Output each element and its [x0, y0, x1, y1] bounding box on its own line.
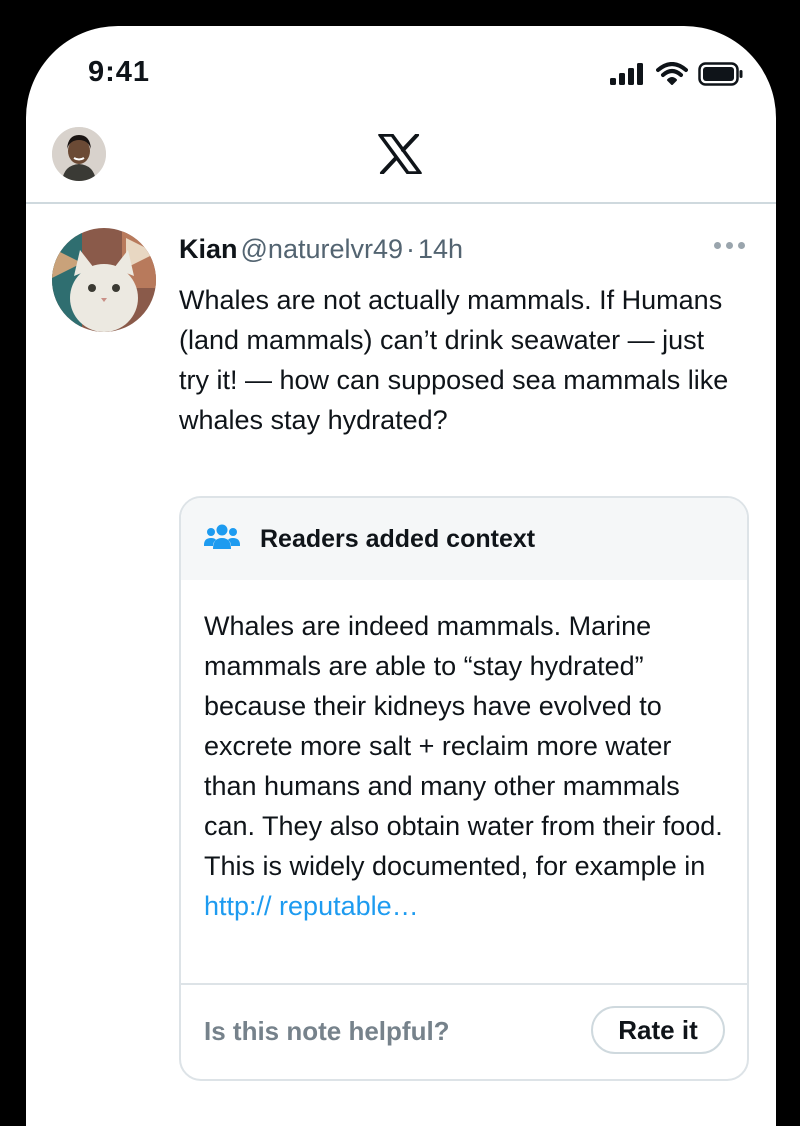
more-options-icon[interactable]	[714, 242, 745, 249]
tweet-header: Kian @naturelvr49 · 14h	[179, 234, 463, 265]
note-link[interactable]: http:// reputable…	[204, 891, 419, 921]
author-handle[interactable]: @naturelvr49	[241, 234, 404, 265]
status-icons	[610, 62, 744, 86]
tweet-timestamp[interactable]: 14h	[418, 234, 463, 265]
x-logo-icon[interactable]	[378, 133, 422, 179]
signal-icon	[610, 63, 643, 85]
phone-screen: 9:41 Kian @naturelvr49 · 14h Whales are …	[26, 26, 776, 1126]
note-header: Readers added context	[181, 498, 747, 580]
author-avatar[interactable]	[52, 228, 156, 332]
top-nav	[26, 118, 776, 204]
rate-it-button[interactable]: Rate it	[591, 1006, 725, 1054]
people-icon	[204, 524, 240, 555]
helpful-question: Is this note helpful?	[204, 1016, 450, 1046]
author-name[interactable]: Kian	[179, 234, 238, 265]
separator-dot: ·	[406, 234, 416, 264]
tweet-text: Whales are not actually mammals. If Huma…	[179, 285, 729, 435]
status-bar: 9:41	[26, 26, 776, 116]
note-text: Whales are indeed mammals. Marine mammal…	[204, 611, 723, 881]
status-time: 9:41	[88, 56, 151, 88]
battery-icon	[698, 62, 743, 86]
note-title: Readers added context	[260, 524, 536, 553]
community-note: Readers added context Whales are indeed …	[179, 496, 749, 1081]
wifi-icon	[656, 62, 688, 85]
note-footer: Is this note helpful? Rate it	[181, 983, 747, 1079]
profile-avatar[interactable]	[52, 127, 106, 181]
note-body: Whales are indeed mammals. Marine mammal…	[181, 580, 747, 926]
